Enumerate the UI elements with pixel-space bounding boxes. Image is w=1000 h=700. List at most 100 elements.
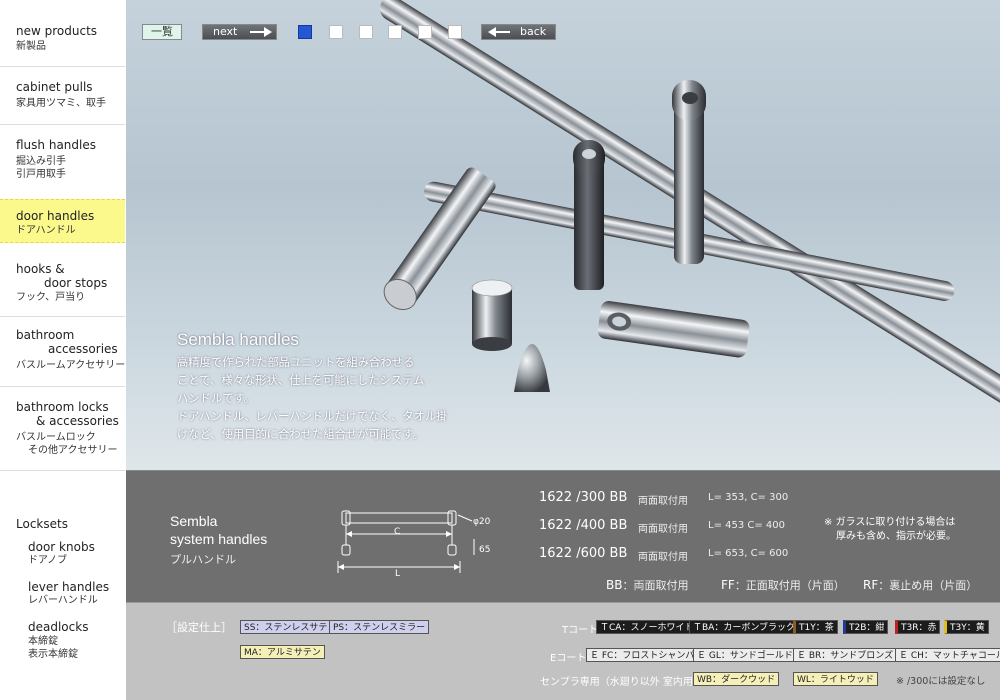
locksets-heading: Locksets xyxy=(16,517,68,531)
finish-wl: WL：ライトウッド xyxy=(793,672,878,686)
hero-panel: 一覧 next back Sembla handles 高精度で作られた部品ユニ… xyxy=(126,0,1000,470)
model-code: 1622 /600 BB xyxy=(539,546,628,561)
back-label: back xyxy=(520,25,547,38)
page-dot-4[interactable] xyxy=(388,25,402,39)
finish-ech: Ｅ CH：マットチャコール xyxy=(895,648,1000,662)
page-dot-2[interactable] xyxy=(329,25,343,39)
dim-height-label: 65 xyxy=(479,545,491,555)
main-content: 一覧 next back Sembla handles 高精度で作られた部品ユニ… xyxy=(126,0,1000,700)
page-dot-5[interactable] xyxy=(418,25,432,39)
nav-label-jp-2: その他アクセサリー xyxy=(28,445,118,456)
finish-t1y: T1Y：茶 xyxy=(793,620,838,634)
finish-ps: PS：ステンレスミラー xyxy=(329,620,430,634)
description-line: ハンドルです。 xyxy=(177,392,255,405)
finish-t3r: T3R：赤 xyxy=(895,620,941,634)
dim-l-label: L xyxy=(395,569,401,579)
dimension-diagram xyxy=(337,510,475,573)
list-button-label: 一覧 xyxy=(151,25,173,38)
next-button[interactable]: next xyxy=(202,24,277,40)
spec-name-1: Sembla xyxy=(170,513,218,529)
legend-text: ：正面取付用（片面） xyxy=(734,579,845,592)
page-dot-3[interactable] xyxy=(359,25,373,39)
legend-ff: FF：正面取付用（片面） xyxy=(721,577,845,593)
finish-heading: ［設定仕上］ xyxy=(166,621,232,634)
page-dot-6[interactable] xyxy=(448,25,462,39)
legend-text: ：両面取付用 xyxy=(622,579,689,592)
nav-label-jp: バスルームアクセサリー xyxy=(16,360,126,371)
finish-ss: SS：ステンレスサテン xyxy=(240,620,341,634)
divider xyxy=(0,386,125,387)
model-code: 1622 /400 BB xyxy=(539,518,628,533)
glass-note-1: ※ ガラスに取り付ける場合は xyxy=(824,517,956,528)
wood-label: センプラ専用（水廻り以外 室内用） xyxy=(540,677,703,688)
page-dot-1[interactable] xyxy=(298,25,312,39)
model-dims: L= 353, C= 300 xyxy=(708,492,789,503)
finish-ma: MA：アルミサテン xyxy=(240,645,325,659)
nav-label-jp: フック、戸当り xyxy=(16,292,86,303)
finish-panel: ［設定仕上］ SS：ステンレスサテン PS：ステンレスミラー MA：アルミサテン… xyxy=(126,602,1000,700)
next-label: next xyxy=(213,25,238,38)
description-line: 高精度で作られた部品ユニットを組み合わせる xyxy=(177,356,415,369)
nav-label-en: flush handles xyxy=(16,138,96,152)
glass-note-2: 厚みも含め、指示が必要。 xyxy=(836,531,956,542)
legend-code: RF xyxy=(863,578,879,592)
model-mount: 両面取付用 xyxy=(638,552,688,563)
product-title: Sembla handles xyxy=(177,330,299,349)
nav-hooks-door-stops[interactable]: hooks & door stops フック、戸当り xyxy=(0,262,141,304)
legend-text: ：裏止め用（片面） xyxy=(878,579,978,592)
description-line: ドアハンドル、レバーハンドルだけでなく、タオル掛 xyxy=(177,410,448,423)
wood-note: ※ /300には設定なし xyxy=(896,676,986,687)
nav-bathroom-accessories[interactable]: bathroom accessories バスルームアクセサリー xyxy=(0,328,141,372)
nav-label-en: bathroom locks xyxy=(16,400,109,414)
model-dims: L= 453 C= 400 xyxy=(708,520,786,531)
legend-bb: BB：両面取付用 xyxy=(606,577,688,593)
dim-c-label: C xyxy=(394,527,401,537)
nav-label-en-2: door stops xyxy=(44,276,108,290)
finish-efc: Ｅ FC：フロストシャンパン xyxy=(586,648,708,662)
nav-bathroom-locks[interactable]: bathroom locks & accessories バスルームロック その… xyxy=(0,400,141,457)
finish-tba: ＴBA：カーボンブラック xyxy=(689,620,800,634)
list-button[interactable]: 一覧 xyxy=(142,24,182,40)
divider xyxy=(0,470,125,471)
finish-ebr: Ｅ BR：サンドブロンズ xyxy=(793,648,898,662)
model-code: 1622 /300 BB xyxy=(539,490,628,505)
arrow-right-icon xyxy=(250,27,272,37)
nav-new-products[interactable]: new products 新製品 xyxy=(0,24,141,53)
spec-name-jp: プルハンドル xyxy=(170,553,236,566)
nav-label-en-2: accessories xyxy=(48,342,118,356)
finish-t2b: T2B：紺 xyxy=(843,620,889,634)
nav-label-en: cabinet pulls xyxy=(16,80,93,94)
divider xyxy=(0,124,125,125)
nav-cabinet-pulls[interactable]: cabinet pulls 家具用ツマミ、取手 xyxy=(0,80,141,110)
nav-label-jp: 家具用ツマミ、取手 xyxy=(16,98,106,109)
spec-panel: Sembla system handles プルハンドル C L φ20 65 … xyxy=(126,470,1000,603)
finish-tca: ＴCA：スノーホワイト xyxy=(596,620,698,634)
nav-label-jp-2: 引戸用取手 xyxy=(16,169,66,180)
e-coat-label: Eコート xyxy=(550,653,587,664)
finish-wb: WB：ダークウッド xyxy=(693,672,780,686)
nav-label-en: door handles xyxy=(16,209,95,223)
arrow-left-icon xyxy=(488,27,510,37)
divider xyxy=(0,316,125,317)
legend-code: FF xyxy=(721,578,735,592)
legend-code: BB xyxy=(606,578,623,592)
legend-rf: RF：裏止め用（片面） xyxy=(863,577,977,593)
divider xyxy=(0,66,125,67)
nav-label-jp: 掘込み引手 xyxy=(16,156,66,167)
nav-label-en: bathroom xyxy=(16,328,75,342)
model-dims: L= 653, C= 600 xyxy=(708,548,789,559)
spec-name-2: system handles xyxy=(170,531,268,547)
model-mount: 両面取付用 xyxy=(638,496,688,507)
t-coat-label: Tコート xyxy=(562,625,599,636)
nav-door-handles[interactable]: door handles ドアハンドル xyxy=(0,199,125,243)
nav-label-en-2: & accessories xyxy=(36,414,119,428)
nav-label-en: new products xyxy=(16,24,98,38)
sidebar: new products 新製品 cabinet pulls 家具用ツマミ、取手… xyxy=(0,0,127,700)
nav-label-jp: 新製品 xyxy=(16,41,46,52)
nav-label-en: hooks & xyxy=(16,262,65,276)
description-line: けなど、使用目的に合わせた組合せが可能です。 xyxy=(177,428,424,441)
back-button[interactable]: back xyxy=(481,24,556,40)
model-mount: 両面取付用 xyxy=(638,524,688,535)
finish-t3y: T3Y：黄 xyxy=(944,620,989,634)
nav-flush-handles[interactable]: flush handles 掘込み引手 引戸用取手 xyxy=(0,138,141,181)
